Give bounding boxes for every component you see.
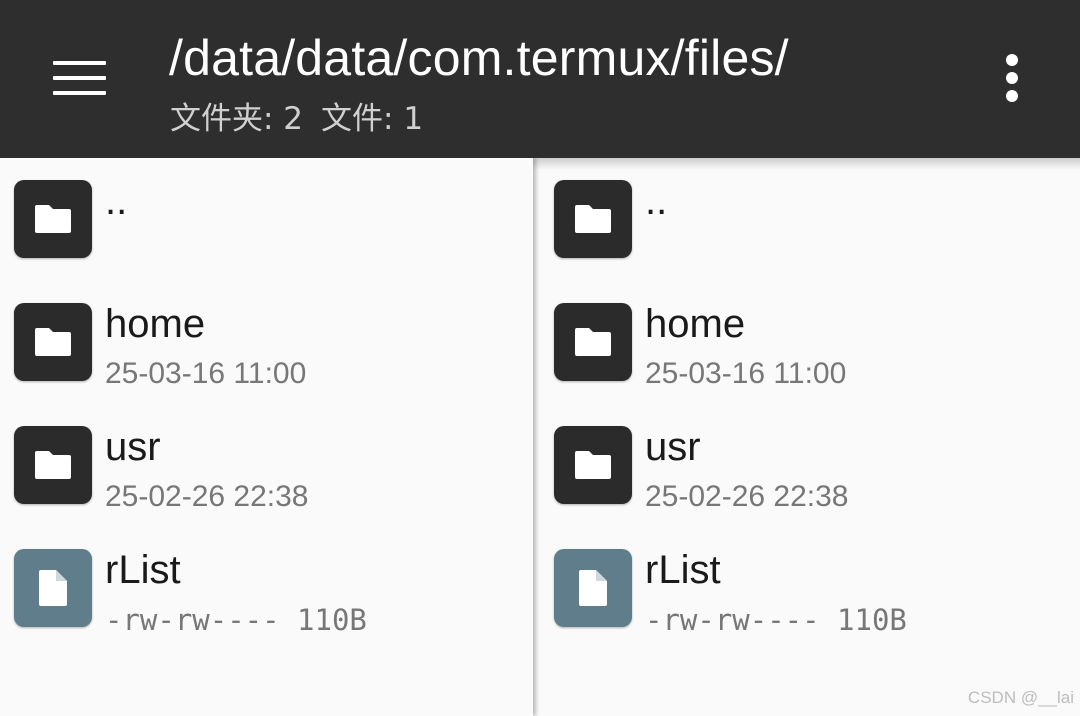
file-count: 文件: 1	[321, 101, 424, 137]
list-item-parent-dir[interactable]: ..	[0, 158, 533, 281]
folder-icon	[554, 180, 632, 258]
folder-count: 文件夹: 2	[170, 101, 304, 137]
list-item-usr[interactable]: usr 25-02-26 22:38	[540, 404, 1080, 527]
item-name: rList	[105, 548, 181, 592]
item-date: 25-03-16 11:00	[105, 357, 307, 390]
current-path-title: /data/data/com.termux/files/	[169, 30, 789, 86]
hamburger-menu-icon[interactable]	[40, 45, 118, 111]
item-name: usr	[105, 425, 161, 469]
folder-icon	[14, 180, 92, 258]
list-item-home[interactable]: home 25-03-16 11:00	[540, 281, 1080, 404]
watermark: CSDN @__lai	[967, 688, 1074, 707]
item-date: 25-02-26 22:38	[645, 480, 849, 513]
folder-icon	[554, 426, 632, 504]
right-file-pane[interactable]: .. home 25-03-16 11:00 usr 25-02-26 22:3…	[540, 158, 1080, 716]
file-icon	[14, 549, 92, 627]
item-permissions-size: -rw-rw---- 110B	[105, 603, 367, 637]
folder-icon	[14, 303, 92, 381]
list-item-usr[interactable]: usr 25-02-26 22:38	[0, 404, 533, 527]
folder-icon	[554, 303, 632, 381]
left-file-pane[interactable]: .. home 25-03-16 11:00 usr 25-02-26 22:3…	[0, 158, 533, 716]
item-name: home	[105, 302, 206, 346]
item-name: ..	[645, 179, 668, 223]
item-permissions-size: -rw-rw---- 110B	[645, 603, 907, 637]
list-item-rlist[interactable]: rList -rw-rw---- 110B	[540, 527, 1080, 650]
directory-summary: 文件夹: 2 文件: 1	[170, 100, 423, 138]
item-name: rList	[645, 548, 721, 592]
item-name: usr	[645, 425, 701, 469]
list-item-parent-dir[interactable]: ..	[540, 158, 1080, 281]
list-item-home[interactable]: home 25-03-16 11:00	[0, 281, 533, 404]
folder-icon	[14, 426, 92, 504]
item-name: home	[645, 302, 746, 346]
more-vert-icon[interactable]	[988, 48, 1036, 108]
item-date: 25-02-26 22:38	[105, 480, 309, 513]
list-item-rlist[interactable]: rList -rw-rw---- 110B	[0, 527, 533, 650]
app-bar: /data/data/com.termux/files/ 文件夹: 2 文件: 1	[0, 0, 1080, 158]
file-icon	[554, 549, 632, 627]
item-name: ..	[105, 179, 128, 223]
item-date: 25-03-16 11:00	[645, 357, 847, 390]
